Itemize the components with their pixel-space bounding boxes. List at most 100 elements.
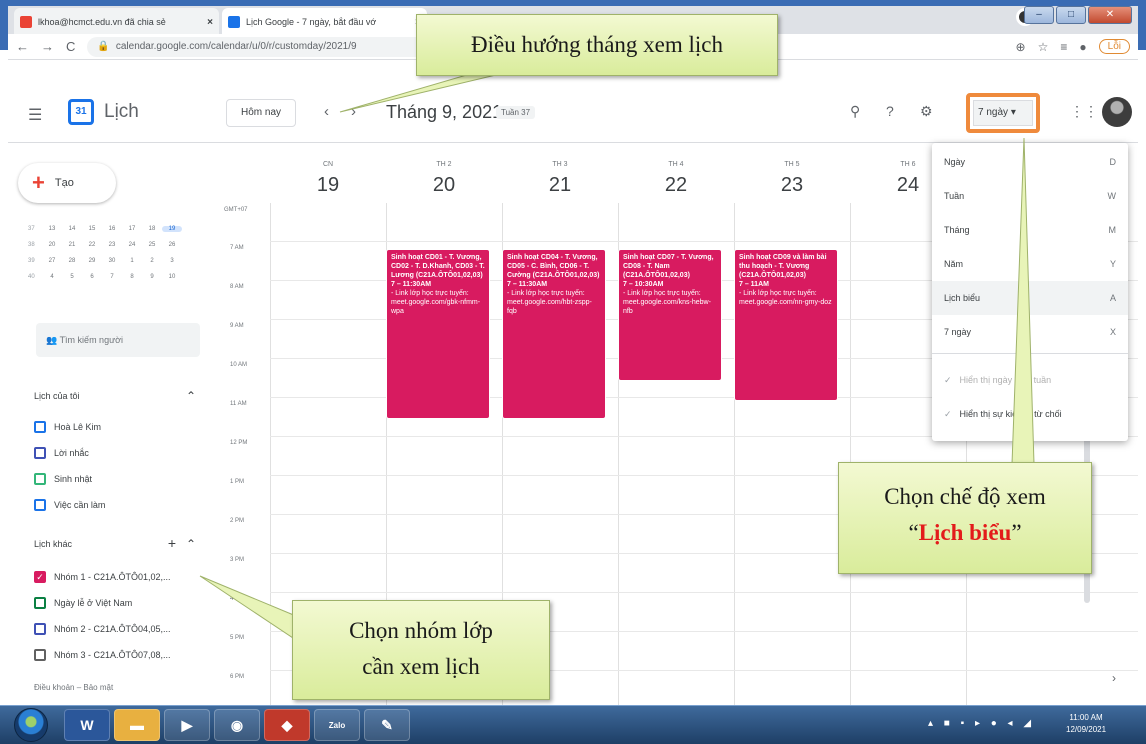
day-date[interactable]: 20	[386, 174, 502, 197]
mini-cal-day[interactable]: 21	[62, 242, 82, 248]
day-date[interactable]: 21	[502, 174, 618, 197]
settings-gear-icon[interactable]: ⚙	[920, 103, 933, 120]
menu-item-month[interactable]: Tháng M	[932, 213, 1128, 247]
chrome-icon[interactable]: ◉	[214, 709, 260, 741]
mini-cal-day[interactable]: 1	[122, 258, 142, 264]
word-icon[interactable]: W	[64, 709, 110, 741]
show-declined-option[interactable]: ✓ Hiển thị sự kiện bị từ chối	[944, 409, 1062, 420]
other-calendars-header[interactable]: Lịch khác + ⌃	[34, 535, 200, 551]
mini-cal-day[interactable]: 13	[42, 226, 62, 232]
menu-item-7-days[interactable]: 7 ngày X	[932, 315, 1128, 349]
day-header[interactable]: TH 2 20	[386, 161, 502, 197]
mini-cal-day[interactable]: 25	[142, 242, 162, 248]
calendar-item[interactable]: Hoà Lê Kim	[34, 421, 214, 433]
chevron-up-icon[interactable]: ⌃	[186, 537, 196, 551]
key-icon[interactable]: ⊕	[1016, 40, 1026, 54]
browser-tab-gmail[interactable]: lkhoa@hcmct.edu.vn đã chia sẻ ×	[14, 8, 219, 36]
main-menu-icon[interactable]: ☰	[28, 105, 42, 125]
checkbox[interactable]	[34, 421, 46, 433]
create-button[interactable]: + Tạo	[18, 163, 116, 203]
account-avatar[interactable]	[1102, 97, 1132, 127]
day-header[interactable]: TH 5 23	[734, 161, 850, 197]
mini-cal-day[interactable]: 7	[102, 274, 122, 280]
mini-cal-day[interactable]: 14	[62, 226, 82, 232]
menu-item-day[interactable]: Ngày D	[932, 145, 1128, 179]
file-explorer-icon[interactable]: ▬	[114, 709, 160, 741]
system-clock[interactable]: 11:00 AM 12/09/2021	[1066, 712, 1106, 736]
anydesk-icon[interactable]: ◆	[264, 709, 310, 741]
extension-icon[interactable]: ●	[1079, 40, 1086, 54]
day-header[interactable]: TH 4 22	[618, 161, 734, 197]
minimize-button[interactable]: –	[1024, 6, 1054, 24]
maximize-button[interactable]: □	[1056, 6, 1086, 24]
mini-cal-day[interactable]: 10	[162, 274, 182, 280]
checkbox-checked[interactable]: ✓	[34, 571, 46, 583]
forward-icon[interactable]: →	[41, 39, 54, 54]
mini-cal-day[interactable]: 22	[82, 242, 102, 248]
mini-cal-day[interactable]: 15	[82, 226, 102, 232]
paint-icon[interactable]: ✎	[364, 709, 410, 741]
mini-cal-day[interactable]: 2	[142, 258, 162, 264]
checkbox[interactable]	[34, 473, 46, 485]
browser-tab-calendar[interactable]: Lịch Google - 7 ngày, bắt đầu vớ ×	[222, 8, 427, 36]
help-icon[interactable]: ?	[886, 103, 894, 119]
view-mode-select[interactable]: 7 ngày ▾	[966, 93, 1040, 133]
start-button[interactable]	[14, 708, 48, 742]
mini-cal-day[interactable]: 8	[122, 274, 142, 280]
menu-item-week[interactable]: Tuần W	[932, 179, 1128, 213]
mini-cal-day[interactable]: 3	[162, 258, 182, 264]
mini-cal-day-selected[interactable]: 19	[162, 226, 182, 232]
calendar-item[interactable]: Nhóm 3 - C21A.ÔTÔ07,08,...	[34, 649, 214, 661]
calendar-item[interactable]: Lời nhắc	[34, 447, 214, 459]
today-button[interactable]: Hôm nay	[226, 99, 296, 127]
apps-grid-icon[interactable]: ⋮⋮	[1070, 103, 1098, 120]
system-tray-icons[interactable]: ▴ ■ ▪ ▸ ● ◂ ◢	[928, 718, 1035, 729]
mini-cal-day[interactable]: 6	[82, 274, 102, 280]
mini-cal-day[interactable]: 27	[42, 258, 62, 264]
chevron-right-icon[interactable]: ›	[1112, 671, 1116, 685]
mini-cal-day[interactable]: 9	[142, 274, 162, 280]
mini-cal-day[interactable]: 28	[62, 258, 82, 264]
next-period-button[interactable]: ›	[351, 103, 356, 120]
reload-icon[interactable]: C	[66, 39, 75, 54]
checkbox[interactable]	[34, 623, 46, 635]
search-icon[interactable]: ⚲	[850, 103, 860, 120]
calendar-item[interactable]: Việc cần làm	[34, 499, 214, 511]
chevron-up-icon[interactable]: ⌃	[186, 389, 196, 403]
calendar-item[interactable]: Ngày lễ ở Việt Nam	[34, 597, 214, 609]
mini-cal-day[interactable]: 5	[62, 274, 82, 280]
close-tab-icon[interactable]: ×	[207, 17, 213, 28]
day-date[interactable]: 19	[270, 174, 386, 197]
search-people-input[interactable]: 👥 Tìm kiếm người	[36, 323, 200, 357]
day-date[interactable]: 22	[618, 174, 734, 197]
mini-cal-day[interactable]: 24	[122, 242, 142, 248]
back-icon[interactable]: ←	[16, 39, 29, 54]
calendar-item[interactable]: Sinh nhật	[34, 473, 214, 485]
show-weekends-option[interactable]: ✓ Hiển thị ngày cuối tuần	[944, 375, 1051, 386]
day-header[interactable]: CN 19	[270, 161, 386, 197]
my-calendars-header[interactable]: Lịch của tôi ⌃	[34, 389, 200, 403]
mini-cal-day[interactable]: 26	[162, 242, 182, 248]
calendar-item[interactable]: Nhóm 2 - C21A.ÔTÔ04,05,...	[34, 623, 214, 635]
checkbox[interactable]	[34, 597, 46, 609]
mini-cal-day[interactable]: 18	[142, 226, 162, 232]
menu-item-year[interactable]: Năm Y	[932, 247, 1128, 281]
calendar-item[interactable]: ✓ Nhóm 1 - C21A.ÔTÔ01,02,...	[34, 571, 214, 583]
sync-error-button[interactable]: Lỗi	[1098, 39, 1130, 54]
checkbox[interactable]	[34, 649, 46, 661]
mini-cal-day[interactable]: 17	[122, 226, 142, 232]
mini-cal-day[interactable]: 16	[102, 226, 122, 232]
mini-cal-day[interactable]: 20	[42, 242, 62, 248]
close-window-button[interactable]: ✕	[1088, 6, 1132, 24]
mini-cal-day[interactable]: 30	[102, 258, 122, 264]
day-header[interactable]: TH 3 21	[502, 161, 618, 197]
menu-item-schedule[interactable]: Lịch biểu A	[932, 281, 1128, 315]
media-player-icon[interactable]: ▶	[164, 709, 210, 741]
zalo-icon[interactable]: Zalo	[314, 709, 360, 741]
previous-period-button[interactable]: ‹	[324, 103, 329, 120]
checkbox[interactable]	[34, 499, 46, 511]
terms-privacy-link[interactable]: Điều khoản – Bảo mật	[34, 683, 113, 692]
event-card[interactable]: Sinh hoạt CD04 - T. Vương, CD05 - C. Bìn…	[502, 249, 606, 419]
event-card[interactable]: Sinh hoạt CD01 - T. Vương, CD02 - T. D.K…	[386, 249, 490, 419]
event-card[interactable]: Sinh hoạt CD07 - T. Vương, CD08 - T. Nam…	[618, 249, 722, 381]
